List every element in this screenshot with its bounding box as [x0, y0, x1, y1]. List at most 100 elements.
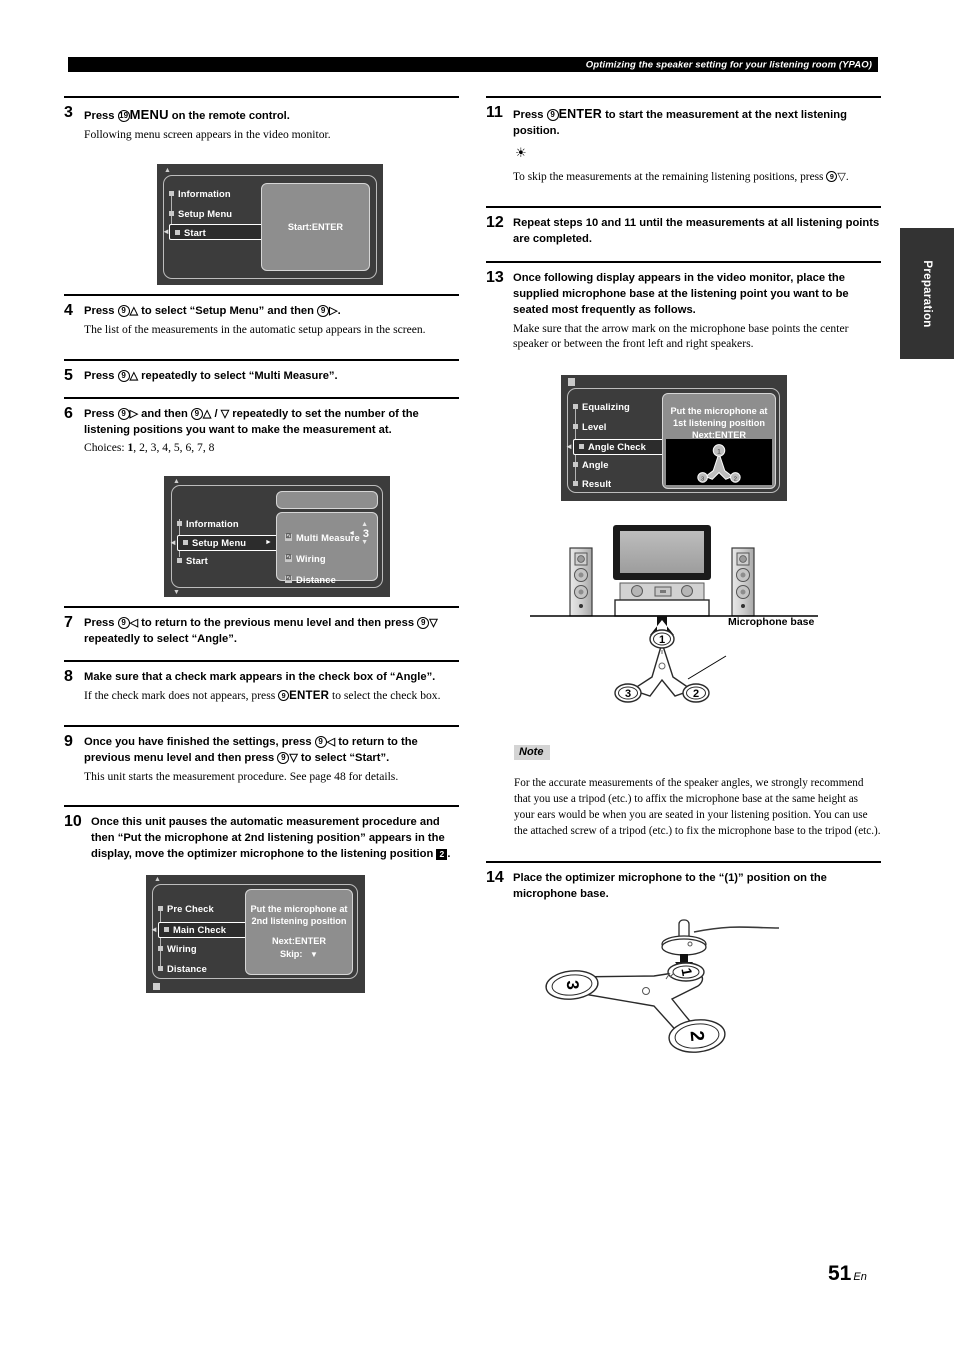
step-title-part: .: [337, 305, 341, 318]
step-title: Press 9 ▷ and then 9 △ / ▽ repeatedly to s…: [84, 407, 459, 439]
menu-bullet-icon: [169, 191, 174, 197]
scroll-up-caret-icon: ▲: [173, 477, 180, 485]
osd-submenu-item[interactable]: ☑ Wiring: [285, 553, 326, 564]
osd-menu-item[interactable]: Distance: [158, 963, 207, 974]
osd-pane-line: Skip: ▼: [280, 948, 318, 961]
osd-menu-item-selected[interactable]: Main Check: [158, 921, 248, 938]
osd-menu-item[interactable]: Angle: [573, 459, 609, 470]
step-desc-part: If the check mark does not appears, pres…: [84, 688, 279, 702]
step-description: This unit starts the measurement procedu…: [84, 769, 399, 783]
value-down-caret-icon[interactable]: ▼: [361, 539, 368, 546]
value-left-arrow-icon: ◄: [348, 529, 355, 537]
osd-submenu-item[interactable]: ☑ Distance: [285, 574, 336, 585]
step-title-part: Once you have finished the settings, pre…: [84, 735, 315, 748]
step-4: 4 Press 9 △ to select “Setup Menu” and th…: [64, 296, 459, 358]
checkbox-checked-icon[interactable]: ☑: [285, 575, 292, 583]
step-title-part: Press: [84, 408, 118, 421]
running-header-bar: Optimizing the speaker setting for your …: [68, 57, 878, 72]
remote-key-circle-icon: 19: [117, 110, 130, 122]
osd-top-strip: [276, 490, 378, 509]
step-title-part: Press: [513, 109, 547, 121]
svg-text:1: 1: [659, 634, 665, 646]
remote-key-left-icon: ◁: [326, 735, 336, 748]
osd-menu-item[interactable]: Setup Menu: [169, 208, 232, 219]
tip-text-part: To skip the measurements at the remainin…: [513, 171, 827, 184]
section-tab-preparation: Preparation: [900, 228, 954, 359]
scroll-marker-icon: [568, 377, 575, 386]
selection-arrow-icon: ◄: [150, 924, 158, 934]
checkbox-checked-icon[interactable]: ☑: [285, 554, 292, 562]
menu-bullet-icon: [175, 229, 180, 235]
microphone-base-caption: Microphone base: [728, 615, 815, 628]
step-11: 11 Press 9 ENTER to start the measurement…: [486, 98, 881, 206]
step-number: 6: [64, 405, 73, 423]
step-number: 9: [64, 732, 73, 750]
svg-text:1: 1: [717, 448, 721, 455]
step-title-part: .: [447, 847, 451, 860]
step-title-part: Press: [84, 110, 118, 122]
osd-menu-item-label: Angle: [582, 458, 609, 470]
note-text: For the accurate measurements of the spe…: [514, 776, 881, 837]
menu-bullet-icon: [183, 540, 188, 546]
osd-menu-item[interactable]: Wiring: [158, 943, 197, 954]
osd-menu-item[interactable]: Information: [169, 188, 231, 199]
step-9: 9 Once you have finished the settings, p…: [64, 727, 459, 805]
step-number: 12: [486, 213, 504, 231]
osd-skip-label: Skip:: [280, 948, 303, 959]
step-title-part: repeatedly to select “Multi Measure”.: [138, 369, 338, 382]
osd-menu-item[interactable]: Pre Check: [158, 903, 214, 914]
menu-bullet-icon: [177, 520, 182, 526]
osd-right-pane: Put the microphone at 2nd listening posi…: [245, 888, 353, 975]
step-title-part: repeatedly to select “Angle”.: [84, 632, 237, 645]
menu-bullet-icon: [573, 461, 578, 467]
step-5: 5 Press 9 △ repeatedly to select “Multi M…: [64, 361, 459, 398]
osd-screen-3: ▲ Pre Check ◄ Main Check Wiring Distance: [146, 874, 365, 993]
left-column: 3 Press 19 MENU on the remote control. Fo…: [64, 96, 459, 1002]
mic-base-top-view-icon: 1 3 2: [697, 443, 741, 483]
note-tag: Note: [514, 744, 551, 760]
menu-bullet-icon: [177, 557, 182, 563]
checkbox-checked-icon[interactable]: ☑: [285, 533, 292, 541]
remote-key-circle-icon: 9: [117, 369, 130, 382]
step-desc-part: to select the check box.: [329, 688, 441, 702]
svg-text:3: 3: [563, 980, 583, 991]
step-title-part: to select “Start”.: [297, 751, 390, 764]
osd-menu-item[interactable]: Start: [177, 555, 208, 566]
submenu-arrow-icon: ►: [264, 539, 272, 547]
osd-menu-item-selected[interactable]: Setup Menu ►: [177, 534, 278, 551]
osd-menu-item-label: Level: [582, 420, 607, 432]
value-up-caret-icon[interactable]: ▲: [361, 521, 368, 528]
running-header-title: Optimizing the speaker setting for your …: [585, 59, 872, 70]
step-title: Press 9 △ to select “Setup Menu” and then…: [84, 304, 459, 320]
osd-menu-item[interactable]: Level: [573, 421, 606, 432]
osd-menu-item-selected[interactable]: Angle Check: [573, 438, 665, 455]
osd-menu-item-selected[interactable]: Start: [169, 224, 263, 241]
scroll-up-caret-icon: ▲: [154, 875, 161, 883]
osd-menu-item-label: Information: [186, 517, 239, 529]
menu-bullet-icon: [579, 444, 584, 450]
page-number-value: 51: [828, 1262, 852, 1285]
step-title-part: to select “Setup Menu” and then: [138, 305, 318, 318]
osd-menu-item[interactable]: Equalizing: [573, 401, 630, 412]
osd-menu-item[interactable]: Information: [177, 518, 239, 529]
osd-menu-item-label: Result: [582, 477, 612, 489]
note-block: Note For the accurate measurements of th…: [486, 726, 881, 861]
selection-arrow-icon: ◄: [565, 441, 573, 451]
osd-menu-item-label: Information: [178, 188, 231, 200]
right-column: 11 Press 9 ENTER to start the measurement…: [486, 96, 881, 1073]
step-description: Make sure that the arrow mark on the mic…: [513, 321, 849, 351]
remote-key-circle-icon: 9: [317, 305, 330, 318]
step-title: Press 9 ◁ to return to the previous menu …: [84, 616, 459, 648]
osd-menu-item-label: Start: [186, 554, 208, 566]
osd-pane-line: 1st listening position: [673, 418, 765, 429]
osd-menu-item[interactable]: Result: [573, 478, 611, 489]
choices-label: Choices:: [84, 441, 128, 455]
step-title-part: Once this unit pauses the automatic meas…: [91, 815, 445, 860]
menu-bullet-icon: [573, 480, 578, 486]
osd-screen-2: ▲ ▼ Information ◄ Setup Menu ► Start ☑ M…: [164, 475, 390, 597]
remote-key-label: MENU: [129, 107, 169, 122]
osd-menu-item-label: Distance: [167, 962, 207, 974]
step-description: Following menu screen appears in the vid…: [84, 127, 331, 141]
remote-key-circle-icon: 9: [117, 616, 130, 629]
menu-bullet-icon: [158, 965, 163, 971]
